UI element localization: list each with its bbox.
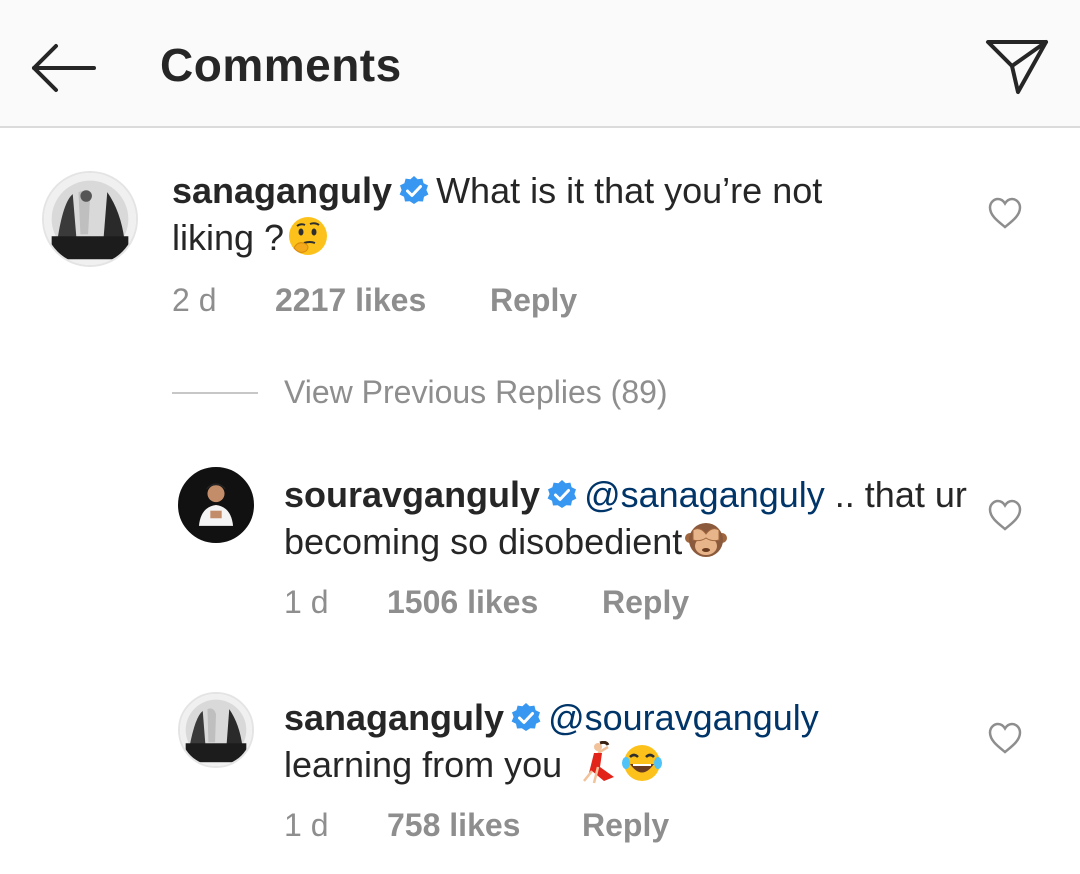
timestamp: 1 d [284, 584, 329, 620]
timestamp: 1 d [284, 807, 329, 843]
username[interactable]: souravganguly [284, 474, 540, 515]
reply-button[interactable]: Reply [582, 807, 669, 844]
verified-badge-icon [546, 479, 578, 511]
divider-line [172, 392, 258, 394]
profile-photo-icon [180, 694, 252, 766]
reply-meta: 1 d 1506 likes Reply [284, 584, 704, 624]
tears-of-joy-emoji [620, 741, 664, 785]
reply-button[interactable]: Reply [490, 282, 577, 319]
likes-count[interactable]: 758 likes [387, 807, 520, 844]
see-no-evil-monkey-emoji [684, 518, 728, 562]
reply-button[interactable]: Reply [602, 584, 689, 621]
heart-icon[interactable] [987, 721, 1023, 755]
timestamp: 2 d [172, 282, 217, 318]
username[interactable]: sanaganguly [284, 697, 504, 738]
mention-link[interactable]: @souravganguly [548, 697, 819, 738]
reply-meta: 1 d 758 likes Reply [284, 807, 704, 847]
top-bar: Comments [0, 0, 1080, 128]
avatar[interactable] [178, 692, 254, 768]
comment-text: sanaganguly What is it that you’re not li… [172, 168, 862, 261]
reply-text: souravganguly @sanaganguly .. that ur bec… [284, 472, 984, 565]
page-title: Comments [160, 39, 402, 91]
view-previous-replies-link[interactable]: View Previous Replies (89) [284, 374, 668, 411]
reply-text: sanaganguly @souravganguly learning from … [284, 695, 984, 788]
heart-icon[interactable] [987, 196, 1023, 230]
dancer-emoji [574, 741, 618, 785]
verified-badge-icon [398, 175, 430, 207]
comment-meta: 2 d 2217 likes Reply [172, 282, 592, 322]
username[interactable]: sanaganguly [172, 170, 392, 211]
profile-photo-icon [44, 173, 136, 265]
paper-plane-icon [986, 40, 1048, 94]
verified-badge-icon [510, 702, 542, 734]
likes-count[interactable]: 1506 likes [387, 584, 538, 621]
heart-icon[interactable] [987, 498, 1023, 532]
arrow-left-icon [32, 44, 96, 92]
avatar[interactable] [42, 171, 138, 267]
mention-link[interactable]: @sanaganguly [584, 474, 825, 515]
back-button[interactable] [28, 40, 98, 96]
thinking-face-emoji [286, 214, 330, 258]
likes-count[interactable]: 2217 likes [275, 282, 426, 319]
profile-photo-icon [180, 469, 252, 541]
share-button[interactable] [982, 36, 1052, 98]
reply-message: learning from you [284, 744, 573, 785]
avatar[interactable] [178, 467, 254, 543]
